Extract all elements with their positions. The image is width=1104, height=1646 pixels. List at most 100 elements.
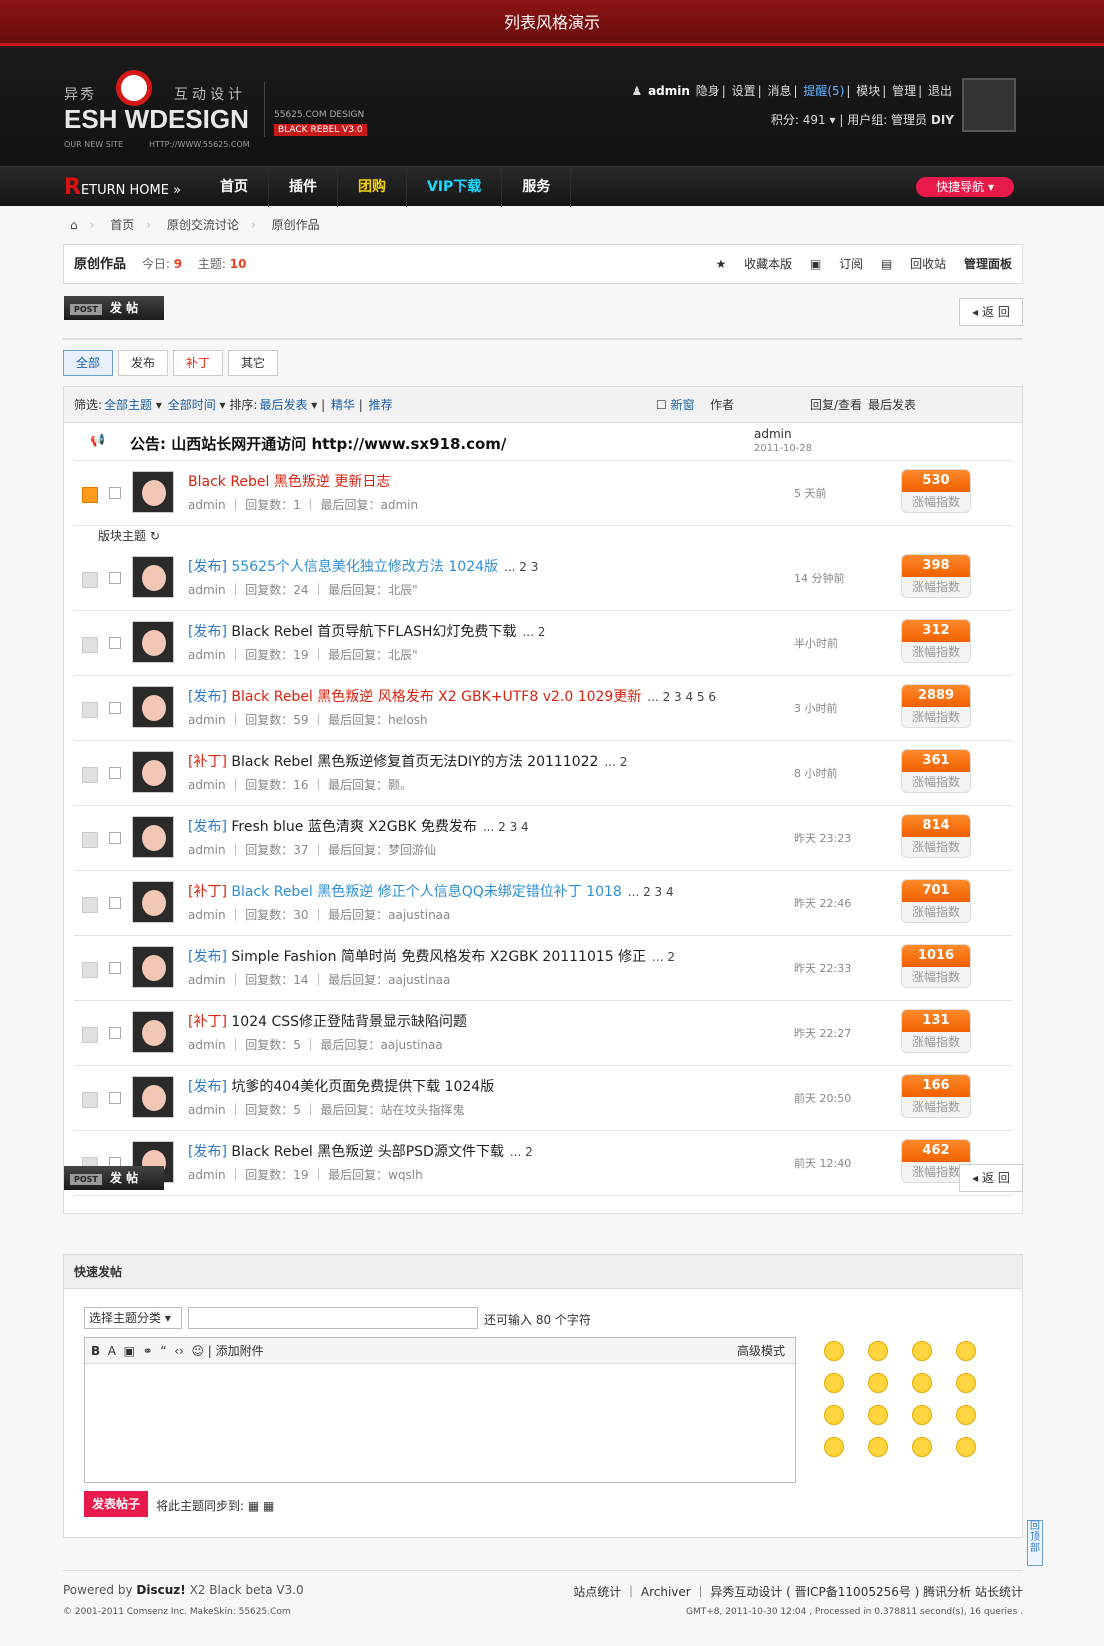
sort-last-post[interactable]: 最后发表	[259, 398, 307, 412]
thread-title[interactable]: Black Rebel 黑色叛逆 更新日志	[188, 471, 396, 491]
filter-all-topics[interactable]: 全部主题	[104, 398, 152, 412]
smiley-icon[interactable]	[956, 1341, 976, 1361]
thread-pages[interactable]: ... 2	[604, 755, 627, 769]
thread-pages[interactable]: ... 2 3 4	[483, 820, 529, 834]
subject-input[interactable]	[188, 1307, 478, 1329]
thread-tag[interactable]: [发布]	[188, 624, 227, 640]
nav-item-groupbuy[interactable]: 团购	[338, 167, 407, 207]
thread-title-text[interactable]: 55625个人信息美化独立修改方法 1024版	[231, 559, 498, 575]
thread-row[interactable]: [补丁] Black Rebel 黑色叛逆修复首页无法DIY的方法 201110…	[74, 741, 1012, 806]
avatar[interactable]	[132, 816, 174, 858]
thread-title[interactable]: [发布] Simple Fashion 简单时尚 免费风格发布 X2GBK 20…	[188, 946, 675, 966]
smiley-icon[interactable]	[912, 1437, 932, 1457]
thread-title-text[interactable]: Black Rebel 黑色叛逆 更新日志	[188, 474, 390, 490]
thread-title-text[interactable]: Black Rebel 黑色叛逆 修正个人信息QQ未绑定错位补丁 1018	[231, 884, 621, 900]
thread-pages[interactable]: ... 2	[510, 1145, 533, 1159]
announcement-author[interactable]: admin	[754, 427, 792, 441]
thread-title[interactable]: [发布] Fresh blue 蓝色清爽 X2GBK 免费发布 ... 2 3 4	[188, 816, 529, 836]
add-attachment-button[interactable]: 添加附件	[216, 1344, 264, 1358]
manage-panel-link[interactable]: 管理面板	[964, 257, 1012, 271]
avatar[interactable]	[132, 1011, 174, 1053]
new-post-button-bottom[interactable]: POST 发 帖	[64, 1166, 164, 1190]
thread-title-text[interactable]: Black Rebel 首页导航下FLASH幻灯免费下载	[231, 624, 516, 640]
smiley-icon[interactable]	[824, 1373, 844, 1393]
smiley-icon[interactable]	[868, 1373, 888, 1393]
thread-tag[interactable]: [发布]	[188, 689, 227, 705]
bold-icon[interactable]: B	[91, 1344, 100, 1358]
advanced-mode-link[interactable]: 高级模式	[737, 1338, 785, 1364]
thread-title[interactable]: [补丁] Black Rebel 黑色叛逆 修正个人信息QQ未绑定错位补丁 10…	[188, 881, 674, 901]
smiley-icon[interactable]	[956, 1437, 976, 1457]
avatar[interactable]	[132, 881, 174, 923]
avatar[interactable]	[132, 751, 174, 793]
thread-title-text[interactable]: Black Rebel 黑色叛逆修复首页无法DIY的方法 20111022	[231, 754, 598, 770]
smiley-icon[interactable]	[824, 1405, 844, 1425]
thread-title-text[interactable]: 1024 CSS修正登陆背景显示缺陷问题	[231, 1014, 467, 1030]
tab-all[interactable]: 全部	[63, 350, 114, 376]
thread-row[interactable]: [补丁] Black Rebel 黑色叛逆 修正个人信息QQ未绑定错位补丁 10…	[74, 871, 1012, 936]
user-link-settings[interactable]: 设置	[732, 84, 756, 98]
thread-title-text[interactable]: Fresh blue 蓝色清爽 X2GBK 免费发布	[231, 819, 476, 835]
tab-release[interactable]: 发布	[118, 350, 169, 376]
footer-links[interactable]: 站点统计 ｜ Archiver ｜ 异秀互动设计 ( 晋ICP备11005256…	[573, 1583, 1023, 1600]
code-icon[interactable]: ‹›	[174, 1344, 184, 1358]
thread-row[interactable]: [发布] Black Rebel 黑色叛逆 头部PSD源文件下载 ... 2 adm…	[74, 1131, 1012, 1196]
thread-row[interactable]: [发布] Black Rebel 黑色叛逆 风格发布 X2 GBK+UTF8 v…	[74, 676, 1012, 741]
thread-checkbox[interactable]	[109, 572, 121, 584]
thread-pages[interactable]: ... 2 3	[504, 560, 538, 574]
filter-recommend[interactable]: 推荐	[369, 398, 393, 412]
thread-tag[interactable]: [发布]	[188, 819, 227, 835]
thread-pages[interactable]: ... 2 3 4	[628, 885, 674, 899]
thread-row[interactable]: [发布] 坑爹的404美化页面免费提供下载 1024版 admin ｜ 回复数：5…	[74, 1066, 1012, 1131]
favorite-forum-link[interactable]: ★ 收藏本版	[716, 257, 793, 271]
thread-tag[interactable]: [补丁]	[188, 884, 227, 900]
smiley-icon[interactable]	[956, 1373, 976, 1393]
thread-title-text[interactable]: Black Rebel 黑色叛逆 风格发布 X2 GBK+UTF8 v2.0 1…	[231, 689, 641, 705]
editor[interactable]: B A ▣ ⚭ “ ‹› ☺ | 添加附件 高级模式	[84, 1337, 796, 1483]
sync-qzone-icon[interactable]: ▦	[248, 1499, 259, 1513]
topic-category-select[interactable]: 选择主题分类 ▾	[84, 1307, 182, 1329]
nav-item-home[interactable]: 首页	[200, 167, 269, 207]
smiley-icon[interactable]	[912, 1341, 932, 1361]
avatar[interactable]	[132, 946, 174, 988]
tab-other[interactable]: 其它	[228, 350, 279, 376]
smiley-icon[interactable]	[824, 1437, 844, 1457]
thread-title[interactable]: [补丁] Black Rebel 黑色叛逆修复首页无法DIY的方法 201110…	[188, 751, 627, 771]
avatar[interactable]	[132, 471, 174, 513]
recycle-bin-link[interactable]: ▤ 回收站	[881, 257, 946, 271]
submit-post-button[interactable]: 发表帖子	[84, 1491, 148, 1517]
thread-row[interactable]: [发布] 55625个人信息美化独立修改方法 1024版 ... 2 3 admin…	[74, 546, 1012, 611]
user-points[interactable]: 积分: 491	[771, 113, 826, 127]
user-link-notice[interactable]: 提醒(5)	[803, 84, 844, 98]
thread-row[interactable]: Black Rebel 黑色叛逆 更新日志 admin ｜ 回复数：1 ｜ 最后回…	[74, 461, 1012, 526]
thread-pages[interactable]: ... 2	[652, 950, 675, 964]
user-link-modules[interactable]: 模块	[856, 84, 880, 98]
thread-title-text[interactable]: 坑爹的404美化页面免费提供下载 1024版	[231, 1079, 494, 1095]
smiley-icon[interactable]	[868, 1437, 888, 1457]
back-button-top[interactable]: ◂ 返 回	[959, 298, 1023, 326]
nav-item-plugins[interactable]: 插件	[269, 167, 338, 207]
thread-checkbox[interactable]	[109, 702, 121, 714]
filter-digest[interactable]: 精华	[331, 398, 355, 412]
new-post-button-top[interactable]: POST 发 帖	[64, 296, 164, 320]
thread-checkbox[interactable]	[109, 487, 121, 499]
thread-pages[interactable]: ... 2	[522, 625, 545, 639]
sync-weibo-icon[interactable]: ▦	[263, 1499, 274, 1513]
thread-checkbox[interactable]	[109, 897, 121, 909]
nav-item-service[interactable]: 服务	[502, 167, 572, 207]
thread-row[interactable]: [发布] Simple Fashion 简单时尚 免费风格发布 X2GBK 20…	[74, 936, 1012, 1001]
quote-icon[interactable]: “	[160, 1344, 166, 1358]
avatar[interactable]	[132, 1076, 174, 1118]
announcement-text[interactable]: 山西站长网开通访问 http://www.sx918.com/	[171, 435, 506, 453]
crumb-category[interactable]: 原创交流讨论	[167, 218, 239, 232]
thread-tag[interactable]: [发布]	[188, 559, 227, 575]
thread-tag[interactable]: [补丁]	[188, 1014, 227, 1030]
filter-all-time[interactable]: 全部时间	[168, 398, 216, 412]
smiley-icon[interactable]	[912, 1405, 932, 1425]
home-icon[interactable]: ⌂	[70, 218, 78, 232]
smiley-icon[interactable]	[868, 1405, 888, 1425]
crumb-forum[interactable]: 原创作品	[272, 218, 320, 232]
username[interactable]: admin	[648, 84, 690, 98]
thread-title-text[interactable]: Black Rebel 黑色叛逆 头部PSD源文件下载	[231, 1144, 503, 1160]
thread-tag[interactable]: [补丁]	[188, 754, 227, 770]
